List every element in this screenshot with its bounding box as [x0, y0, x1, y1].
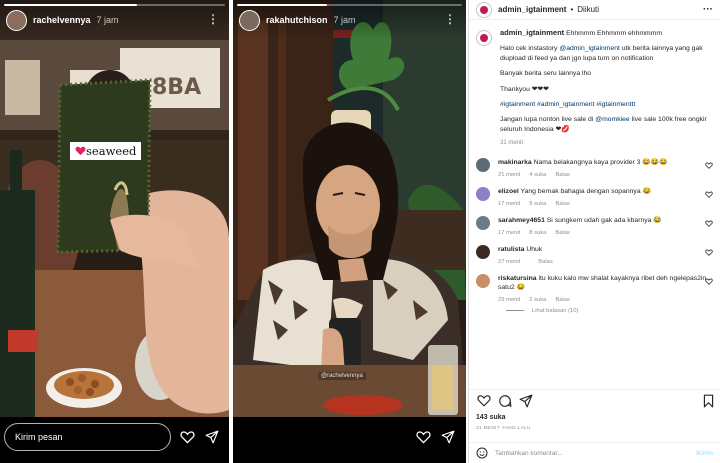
- separator-dot: •: [570, 5, 574, 14]
- story-progress-bar: [237, 4, 462, 6]
- caption: admin_igtainment Ehhmmm Ehhmmm ehhmmmm H…: [476, 28, 713, 149]
- heart-icon[interactable]: [416, 430, 431, 444]
- caption-line1: Ehhmmm Ehhmmm ehhmmmm: [566, 30, 663, 37]
- mention-link[interactable]: @momkiee: [595, 116, 629, 123]
- mention-link[interactable]: @admin_igtainment: [559, 45, 620, 52]
- story-username[interactable]: rachelvennya: [33, 15, 91, 25]
- caption-paragraph: Jangan lupa nonton live sale di @momkiee…: [500, 115, 713, 134]
- emoji-icon[interactable]: [476, 447, 488, 459]
- caption-paragraph: Thankyou ❤❤❤: [500, 85, 549, 93]
- likes-count[interactable]: 143 suka: [476, 414, 506, 421]
- comment-time: 27 menit: [498, 258, 521, 265]
- comment-time: 21 menit: [498, 171, 521, 178]
- reply-input[interactable]: Kirim pesan: [4, 423, 171, 451]
- story-rachelvennya[interactable]: 8BA rachelvennya 7 jam ⋮ seaweed Kirim p…: [0, 0, 229, 463]
- caption-time: 31 menit: [500, 140, 524, 147]
- story-avatar[interactable]: [239, 9, 260, 31]
- heart-icon[interactable]: [705, 162, 713, 169]
- caption-username[interactable]: admin_igtainment: [500, 28, 564, 37]
- avatar[interactable]: [476, 1, 492, 18]
- comment-row: sarahmey4651 Si sungkem udah gak ada kba…: [476, 215, 713, 236]
- send-icon[interactable]: [441, 430, 455, 444]
- story-photo-restaurant: [233, 0, 466, 463]
- post-username[interactable]: admin_igtainment: [498, 5, 566, 14]
- caption-paragraph: Banyak berita seru lainnya lho: [500, 70, 592, 78]
- comment-username[interactable]: ratulista: [498, 246, 524, 253]
- comment-likes[interactable]: 8 suka: [529, 230, 546, 236]
- comment-row: makinarka Nama belakangnya kaya provider…: [476, 157, 713, 178]
- comments-scroll-area[interactable]: admin_igtainment Ehhmmm Ehhmmm ehhmmmm H…: [469, 22, 720, 397]
- story-username[interactable]: rakahutchison: [266, 15, 328, 25]
- hashtags-link[interactable]: #igtainment #admin_igtainment #igtainmen…: [500, 100, 713, 109]
- story-avatar[interactable]: [6, 9, 27, 31]
- comment-likes[interactable]: 9 suka: [529, 201, 546, 207]
- reply-button[interactable]: Balas: [538, 259, 553, 265]
- post-header: admin_igtainment • Diikuti ···: [469, 0, 720, 20]
- story-progress-bar: [4, 4, 225, 6]
- comment-likes[interactable]: 2 suka: [529, 297, 546, 303]
- comment-text: Yang bernak bahagia dengan sopannya 😂: [520, 187, 651, 195]
- story-sticker-seaweed: seaweed: [70, 142, 142, 160]
- heart-icon[interactable]: [705, 278, 713, 285]
- add-comment-bar: Tambahkan komentar... Kirim: [469, 442, 720, 463]
- comment-username[interactable]: elizoel: [498, 188, 519, 195]
- comment-username[interactable]: riskatursina: [498, 275, 537, 282]
- send-icon[interactable]: [519, 394, 533, 408]
- comment-text: Uhuk: [526, 245, 543, 253]
- caption-text: Jangan lupa nonton live sale di: [500, 116, 596, 124]
- story-time: 7 jam: [333, 15, 356, 25]
- comment-row: elizoel Yang bernak bahagia dengan sopan…: [476, 186, 713, 207]
- view-replies-link[interactable]: Lihat balasan (10): [506, 308, 713, 314]
- add-comment-input[interactable]: Tambahkan komentar...: [495, 450, 563, 457]
- comment-likes[interactable]: 4 suka: [529, 172, 546, 178]
- caption-paragraph: Halo cek instastory @admin_igtainment ut…: [500, 44, 713, 63]
- post-timestamp: 31 MENIT YANG LALU: [476, 426, 531, 431]
- avatar[interactable]: [476, 215, 490, 230]
- caption-text: Halo cek instastory: [500, 45, 560, 53]
- bookmark-icon[interactable]: [703, 394, 714, 408]
- story-mention-tag[interactable]: @rachelvennya: [318, 372, 366, 380]
- story-rakahutchison[interactable]: rakahutchison 7 jam ⋮ @rachelvennya: [233, 0, 466, 463]
- comment-time: 17 menit: [498, 229, 521, 236]
- heart-icon[interactable]: [705, 191, 713, 198]
- comment-time: 17 menit: [498, 200, 521, 207]
- avatar[interactable]: [476, 30, 492, 46]
- heart-icon[interactable]: [705, 220, 713, 227]
- comment-row: riskatursina itu kuku kalo mw shalat kay…: [476, 273, 713, 303]
- comment-text: Si sungkem udah gak ada kbarnya 😂: [546, 216, 662, 224]
- comment-text: Nama belakangnya kaya provider 3 😂😂😂: [533, 158, 668, 166]
- story-photo-seaweed: 8BA: [0, 0, 229, 463]
- reply-button[interactable]: Balas: [555, 297, 570, 303]
- following-button[interactable]: Diikuti: [577, 5, 599, 14]
- send-icon[interactable]: [205, 430, 219, 444]
- more-icon[interactable]: ···: [703, 4, 713, 15]
- heart-icon[interactable]: [477, 394, 491, 407]
- heart-icon[interactable]: [705, 249, 713, 256]
- post-panel: admin_igtainment • Diikuti ··· admin_igt…: [468, 0, 720, 463]
- heart-icon[interactable]: [180, 430, 195, 444]
- reply-button[interactable]: Balas: [555, 230, 570, 236]
- post-actions: [469, 389, 720, 411]
- comment-time: 29 menit: [498, 296, 521, 303]
- reply-button[interactable]: Balas: [555, 172, 570, 178]
- heart-icon: [75, 146, 86, 156]
- avatar[interactable]: [476, 186, 490, 201]
- story-time: 7 jam: [96, 15, 119, 25]
- avatar[interactable]: [476, 157, 490, 172]
- avatar[interactable]: [476, 273, 490, 288]
- comment-username[interactable]: makinarka: [498, 159, 532, 166]
- comment-icon[interactable]: [498, 394, 512, 408]
- comment-row: ratulista Uhuk 27 menit Balas: [476, 244, 713, 265]
- post-comment-button[interactable]: Kirim: [696, 450, 713, 457]
- comment-username[interactable]: sarahmey4651: [498, 217, 545, 224]
- sticker-text: seaweed: [86, 144, 137, 158]
- reply-button[interactable]: Balas: [555, 201, 570, 207]
- avatar[interactable]: [476, 244, 490, 259]
- svg-text:8BA: 8BA: [152, 75, 201, 100]
